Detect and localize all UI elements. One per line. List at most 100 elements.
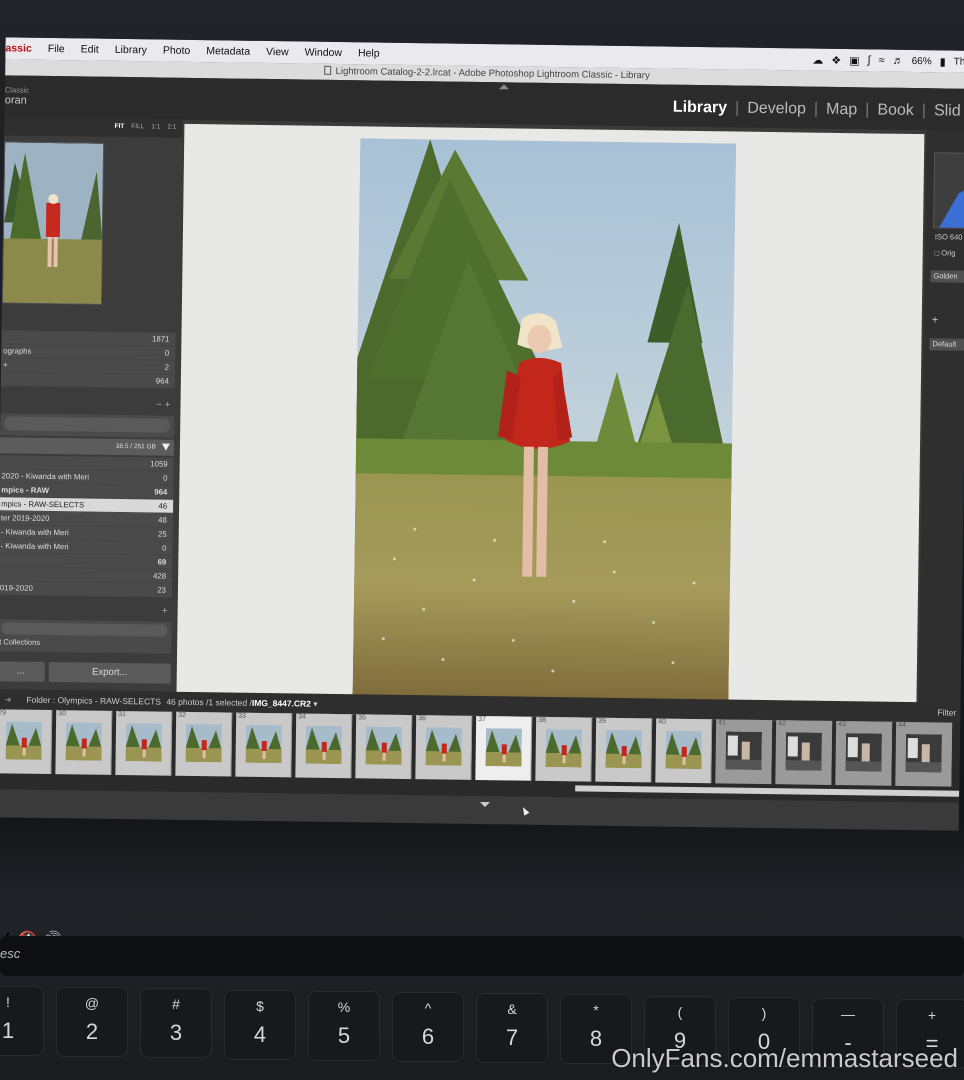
collapse-bottom-arrow-icon[interactable]	[479, 802, 491, 808]
keyboard-key[interactable]: % 5	[308, 990, 380, 1061]
battery-icon[interactable]: ▮	[940, 55, 946, 68]
main-photo-image	[352, 138, 737, 706]
menu-library[interactable]: Library	[107, 44, 155, 57]
filmstrip-cell[interactable]: 32	[175, 711, 233, 777]
keyboard-key[interactable]: #3	[140, 988, 212, 1059]
keyboard-key[interactable]: ^ 6	[392, 992, 464, 1062]
clock-text[interactable]: Th	[954, 56, 964, 67]
module-library[interactable]: Library	[665, 99, 735, 118]
key-shift-glyph: &	[507, 1001, 517, 1018]
filmstrip-thumbnail	[485, 728, 523, 767]
menu-window[interactable]: Window	[297, 46, 351, 60]
preset-select[interactable]: Golden	[930, 270, 964, 283]
collection-add-icon[interactable]: +	[162, 606, 168, 617]
filmstrip-cell[interactable]: 30	[55, 710, 113, 775]
filmstrip-cell-number: 44	[898, 721, 906, 729]
menu-metadata[interactable]: Metadata	[198, 45, 258, 58]
app-menu[interactable]: assic	[5, 42, 39, 54]
volume-icon[interactable]: ♬	[893, 55, 904, 67]
histogram[interactable]	[933, 152, 964, 229]
filmstrip-cell-number: 33	[238, 712, 247, 720]
identity-line1: Classic	[4, 85, 30, 95]
filmstrip-cell-number: 29	[0, 709, 7, 717]
creative-cloud-icon[interactable]: ☁	[812, 53, 823, 66]
filter-label[interactable]: Filter	[937, 702, 956, 722]
zoom-options: FIT FILL 1:1 2:1	[114, 123, 176, 131]
key-glyph: 2	[85, 1019, 99, 1045]
source-breadcrumb[interactable]: Folder : Olympics - RAW-SELECTS	[26, 690, 161, 712]
esc-key[interactable]: esc	[0, 946, 20, 961]
volume-bar[interactable]: 38.5 / 251 GB	[0, 437, 175, 456]
folder-row[interactable]: 019-2020 23	[0, 581, 173, 598]
filmstrip-cell[interactable]: 38	[535, 716, 593, 782]
keyboard-key[interactable]: ! 1	[0, 986, 44, 1056]
key-shift-glyph: —	[841, 1006, 855, 1022]
photo-count[interactable]: 46 photos /1 selected /IMG_8447.CR2 ▾	[166, 692, 317, 714]
zoom-2-1[interactable]: 2:1	[167, 124, 176, 131]
filmstrip-cell[interactable]: 44	[895, 721, 953, 787]
filmstrip-cell[interactable]: 41	[715, 719, 773, 785]
module-slideshow[interactable]: Slid	[926, 102, 964, 121]
navigator-preview[interactable]	[1, 141, 105, 305]
export-button[interactable]: Export...	[48, 662, 171, 684]
collections-search-field[interactable]	[1, 622, 168, 637]
filmstrip-cell[interactable]: 42	[775, 720, 833, 785]
filmstrip-cell[interactable]: 31	[115, 710, 173, 776]
module-book[interactable]: Book	[869, 101, 922, 120]
zoom-fit[interactable]: FIT	[114, 123, 124, 130]
filmstrip-thumbnail	[5, 721, 43, 760]
mouse-cursor-icon	[520, 805, 530, 816]
add-icon[interactable]: +	[932, 314, 939, 326]
filmstrip-cell[interactable]: 39	[595, 717, 653, 783]
right-panel: ISO 640 □ Orig Golden + Default	[918, 130, 964, 731]
menu-help[interactable]: Help	[350, 47, 388, 60]
filmstrip-cell[interactable]: 29	[0, 709, 53, 775]
filmstrip-cell-number: 32	[178, 711, 187, 719]
folder-add-remove-icon[interactable]: − +	[156, 399, 171, 410]
key-glyph: 4	[253, 1021, 267, 1047]
default-select[interactable]: Default	[929, 338, 964, 351]
dropbox-icon[interactable]: ❖	[831, 53, 841, 66]
volume-expand-icon[interactable]	[161, 443, 170, 451]
filmstrip-cell[interactable]: 40	[655, 718, 713, 784]
module-develop[interactable]: Develop	[739, 100, 814, 119]
menu-file[interactable]: File	[40, 43, 73, 55]
main-photo[interactable]	[352, 138, 737, 706]
filmstrip-cell-number: 43	[838, 721, 846, 729]
catalog-panel: 1871 ographs 0 +2 964	[0, 330, 176, 389]
filmstrip-cell[interactable]: 34	[295, 713, 353, 779]
menu-edit[interactable]: Edit	[73, 43, 107, 55]
collapse-top-arrow-icon[interactable]	[498, 84, 510, 90]
filmstrip-thumbnail	[845, 733, 882, 772]
keyboard-key[interactable]: @2	[56, 987, 128, 1058]
original-photo-checkbox[interactable]: □ Orig	[935, 248, 956, 257]
keyboard-key[interactable]: $4	[224, 989, 296, 1060]
wifi-icon[interactable]: ≈	[879, 55, 885, 67]
filmstrip-cell[interactable]: 33	[235, 712, 293, 778]
filmstrip-cell-selected[interactable]: 37	[475, 715, 533, 781]
identity-plate: Classic oran	[5, 85, 29, 106]
filmstrip-cell-number: 37	[478, 716, 486, 724]
filmstrip-cell[interactable]: 35	[355, 714, 413, 780]
zoom-1-1[interactable]: 1:1	[151, 123, 160, 130]
filmstrip-cell[interactable]: 43	[835, 720, 893, 786]
collections-label[interactable]: t Collections	[0, 637, 40, 647]
filmstrip-cell-number: 36	[418, 715, 427, 723]
filmstrip-scrollbar[interactable]	[575, 785, 960, 797]
menu-photo[interactable]: Photo	[155, 44, 199, 57]
bluetooth-icon[interactable]: ∫	[867, 54, 870, 66]
menu-view[interactable]: View	[258, 46, 297, 59]
folders-search-field[interactable]	[4, 416, 171, 433]
s-icon[interactable]: ▣	[849, 54, 860, 67]
zoom-fill[interactable]: FILL	[131, 123, 144, 130]
laptop-screen: assic File Edit Library Photo Metadata V…	[0, 37, 964, 831]
keyboard-key[interactable]: & 7	[476, 993, 548, 1064]
document-icon	[324, 65, 332, 75]
status-area: ☁ ❖ ▣ ∫ ≈ ♬ 66% ▮ Th	[812, 53, 964, 68]
catalog-row[interactable]: 964	[0, 372, 175, 389]
forward-arrow-icon[interactable]: ➜	[4, 689, 11, 709]
loupe-view[interactable]	[176, 123, 925, 725]
module-map[interactable]: Map	[818, 101, 865, 120]
filmstrip-cell[interactable]: 36	[415, 715, 473, 780]
import-button[interactable]: ...	[0, 661, 45, 682]
